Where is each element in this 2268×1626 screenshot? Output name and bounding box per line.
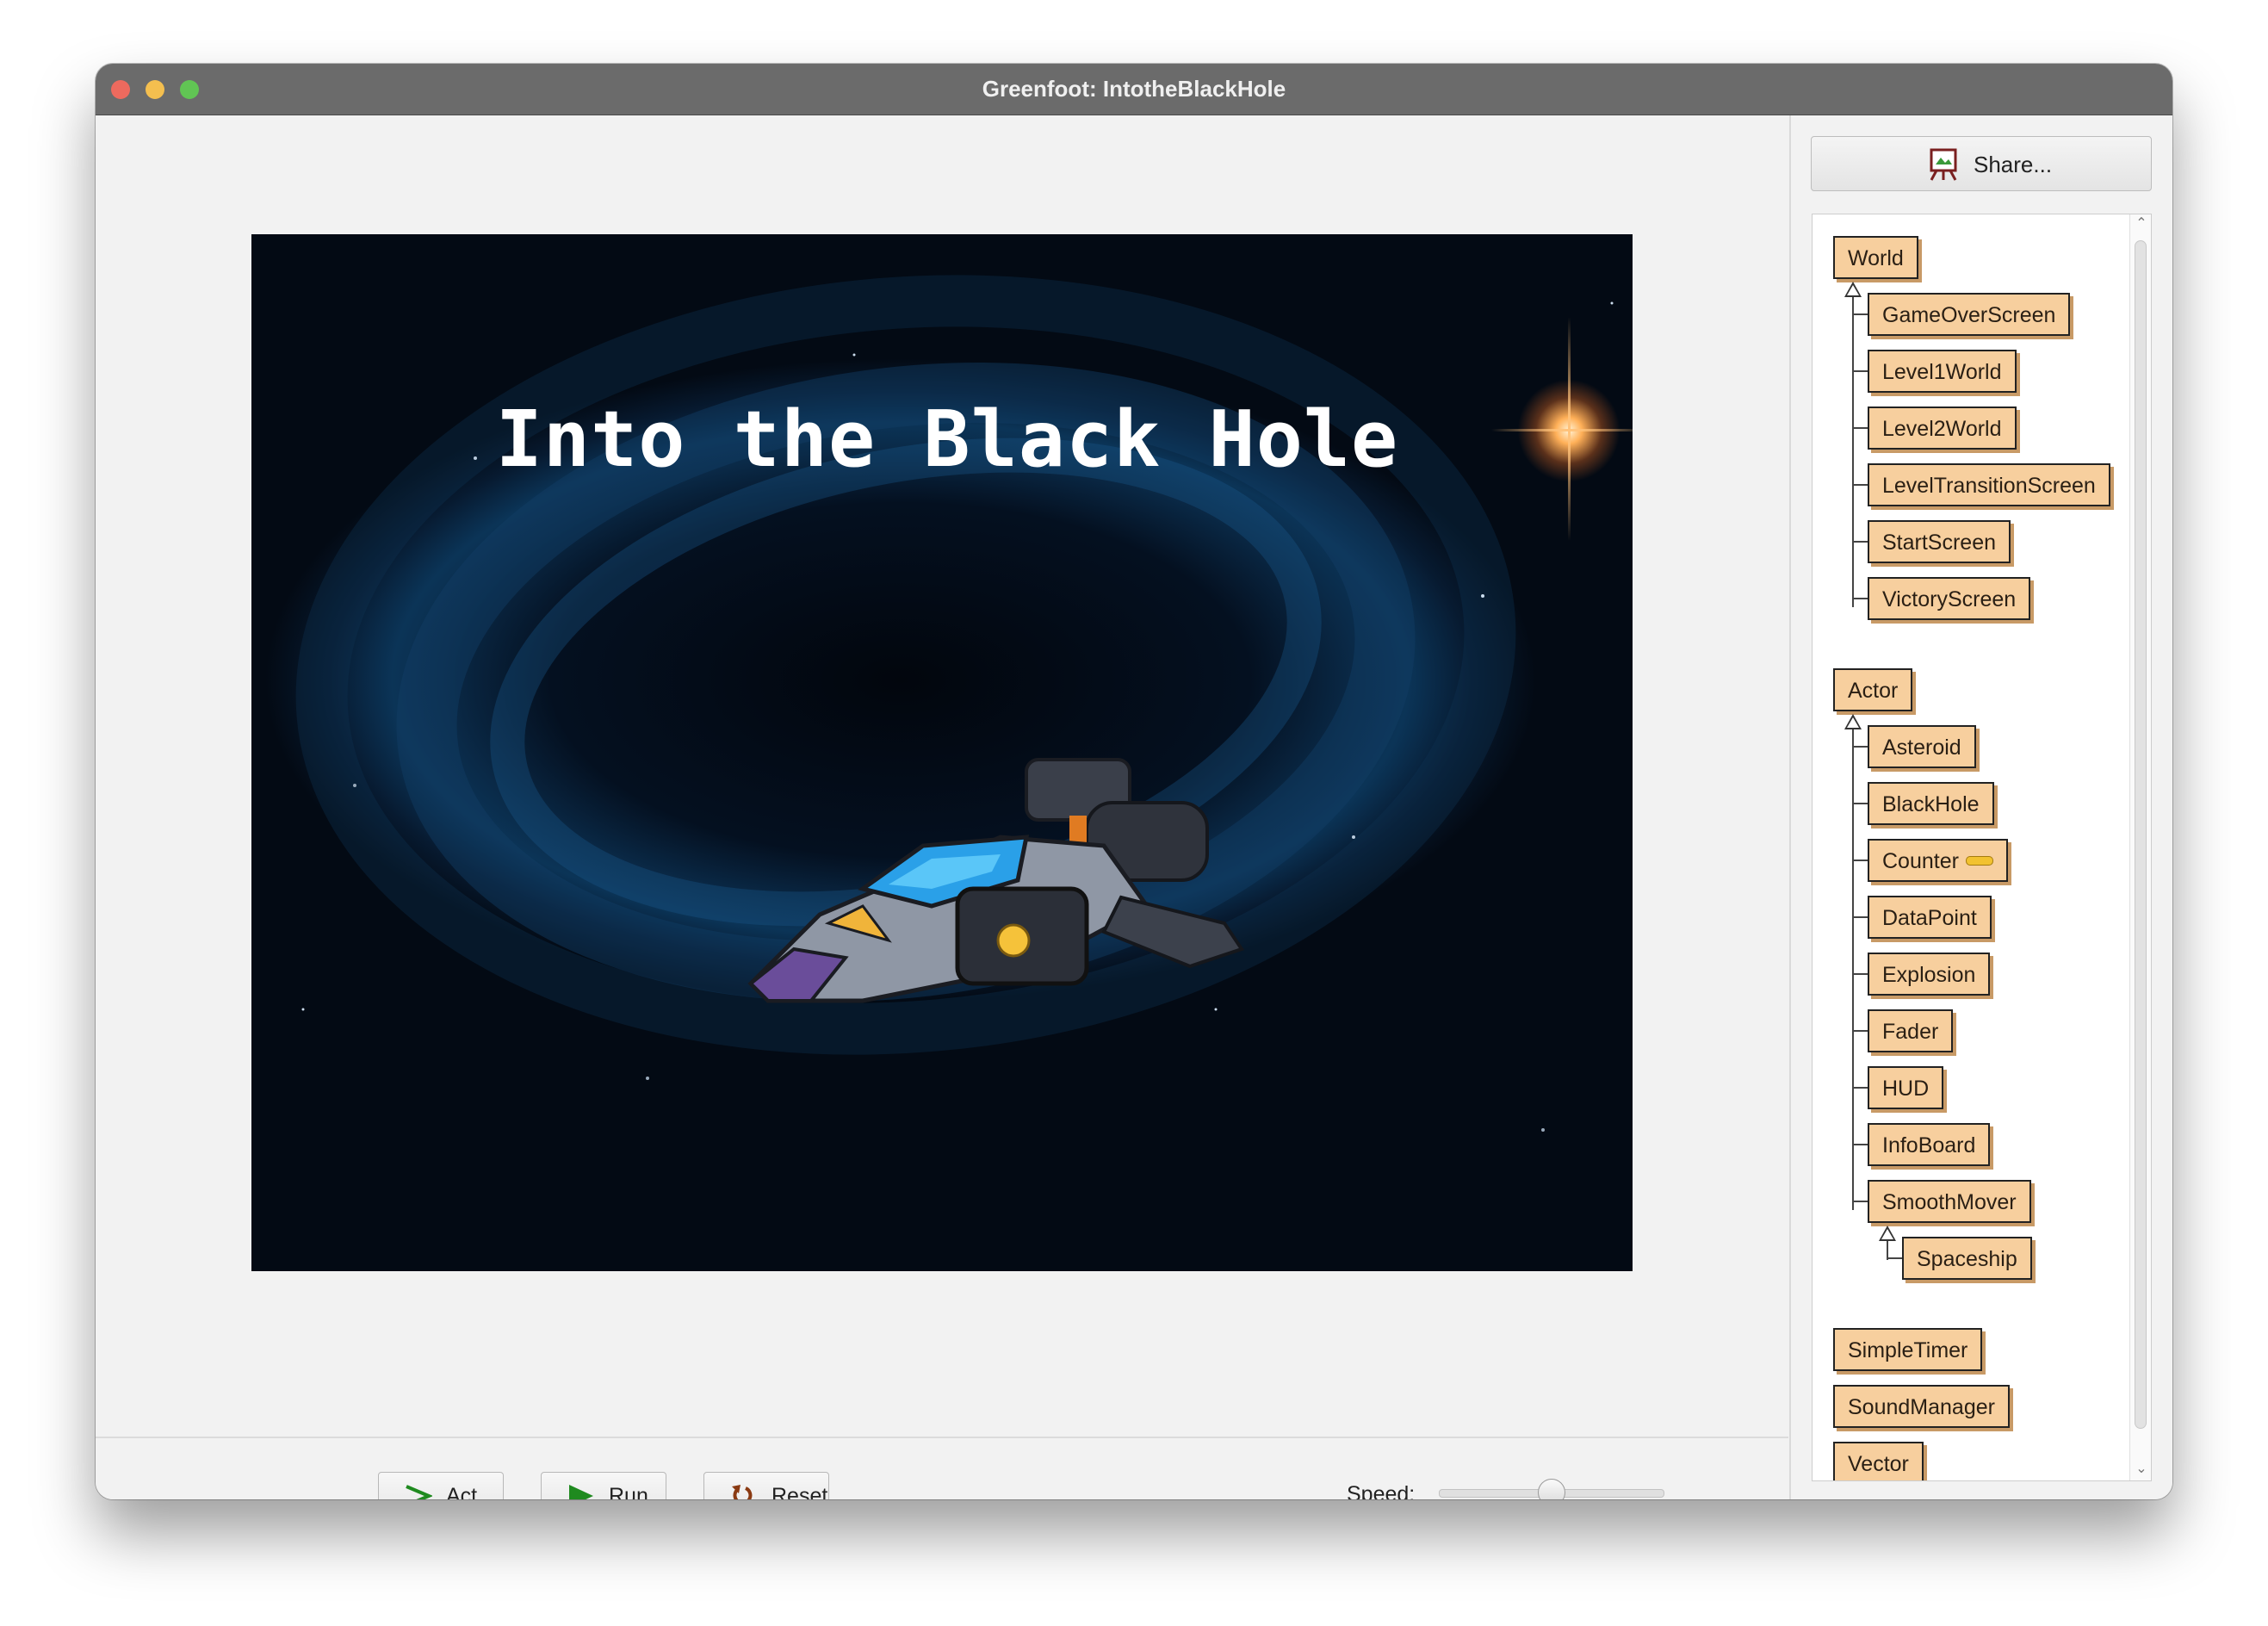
class-victoryscreen[interactable]: VictoryScreen bbox=[1868, 577, 2031, 620]
counter-image-icon bbox=[1965, 855, 1993, 866]
class-list-scrollbar[interactable]: ⌃ ⌄ bbox=[2129, 214, 2151, 1480]
class-world[interactable]: World bbox=[1833, 236, 1918, 279]
class-asteroid[interactable]: Asteroid bbox=[1868, 725, 1976, 768]
tree-branch bbox=[1852, 1087, 1868, 1089]
class-blackhole[interactable]: BlackHole bbox=[1868, 782, 1994, 825]
speed-label: Speed: bbox=[1347, 1482, 1416, 1499]
class-level2world[interactable]: Level2World bbox=[1868, 406, 2017, 450]
class-actor[interactable]: Actor bbox=[1833, 668, 1913, 711]
tree-branch bbox=[1852, 1201, 1868, 1202]
class-explosion[interactable]: Explosion bbox=[1868, 953, 1991, 996]
tree-line bbox=[1852, 297, 1854, 607]
tree-branch bbox=[1887, 1257, 1902, 1259]
speed-slider-thumb[interactable] bbox=[1538, 1479, 1565, 1499]
tree-branch bbox=[1852, 803, 1868, 804]
play-icon bbox=[569, 1485, 593, 1499]
tree-branch bbox=[1852, 427, 1868, 429]
tree-branch bbox=[1852, 973, 1868, 975]
greenfoot-window: Greenfoot: IntotheBlackHole Into the Bla… bbox=[96, 64, 2172, 1499]
class-counter-label: Counter bbox=[1882, 849, 1959, 873]
tree-branch bbox=[1852, 313, 1868, 315]
act-button-label: Act bbox=[446, 1484, 478, 1499]
inheritance-arrow bbox=[1879, 1226, 1896, 1241]
class-smoothmover[interactable]: SmoothMover bbox=[1868, 1180, 2031, 1223]
reset-icon bbox=[732, 1485, 753, 1499]
reset-button-label: Reset bbox=[771, 1484, 828, 1499]
class-counter[interactable]: Counter bbox=[1868, 839, 2008, 882]
window-title: Greenfoot: IntotheBlackHole bbox=[982, 76, 1286, 102]
class-hud[interactable]: HUD bbox=[1868, 1066, 1944, 1109]
class-fader[interactable]: Fader bbox=[1868, 1009, 1954, 1052]
world-canvas[interactable]: Into the Black Hole bbox=[251, 234, 1633, 1271]
run-button[interactable]: Run bbox=[541, 1472, 666, 1499]
share-button[interactable]: Share... bbox=[1811, 136, 2152, 191]
class-level1world[interactable]: Level1World bbox=[1868, 350, 2017, 393]
class-soundmanager[interactable]: SoundManager bbox=[1833, 1385, 2010, 1428]
act-arrow-icon bbox=[406, 1485, 432, 1499]
tree-branch bbox=[1852, 484, 1868, 486]
share-easel-icon bbox=[1930, 148, 1957, 181]
class-simpletimer[interactable]: SimpleTimer bbox=[1833, 1328, 1983, 1371]
scroll-up-icon[interactable]: ⌃ bbox=[2134, 217, 2149, 231]
spaceship-sprite[interactable] bbox=[742, 742, 1259, 1018]
class-vector[interactable]: Vector bbox=[1833, 1442, 1924, 1480]
class-datapoint[interactable]: DataPoint bbox=[1868, 896, 1992, 939]
class-spaceship[interactable]: Spaceship bbox=[1902, 1237, 2032, 1280]
world-area: Into the Black Hole Act Run Reset Speed: bbox=[96, 115, 1788, 1499]
world-title-text: Into the Black Hole bbox=[495, 394, 1399, 485]
class-gameoverscreen[interactable]: GameOverScreen bbox=[1868, 293, 2071, 336]
scrollbar-thumb[interactable] bbox=[2135, 240, 2147, 1429]
tree-branch bbox=[1852, 1144, 1868, 1145]
class-diagram: World GameOverScreen Level1World Level2W… bbox=[1812, 214, 2152, 1481]
scroll-down-icon[interactable]: ⌄ bbox=[2134, 1462, 2149, 1476]
tree-branch bbox=[1852, 746, 1868, 748]
tree-branch bbox=[1852, 370, 1868, 372]
run-button-label: Run bbox=[609, 1484, 648, 1499]
tree-branch bbox=[1852, 1030, 1868, 1032]
share-button-label: Share... bbox=[1974, 152, 2053, 177]
inheritance-arrow bbox=[1844, 282, 1862, 297]
tree-branch bbox=[1852, 598, 1868, 599]
tree-branch bbox=[1852, 541, 1868, 543]
tree-branch bbox=[1852, 860, 1868, 861]
class-startscreen[interactable]: StartScreen bbox=[1868, 520, 2011, 563]
inheritance-arrow bbox=[1844, 714, 1862, 729]
class-infoboard[interactable]: InfoBoard bbox=[1868, 1123, 1991, 1166]
class-leveltransitionscreen[interactable]: LevelTransitionScreen bbox=[1868, 463, 2110, 506]
tree-line bbox=[1852, 729, 1854, 1210]
class-sidebar: Share... World GameOverScreen Level1Worl… bbox=[1789, 115, 2172, 1499]
controls-divider bbox=[96, 1437, 1788, 1438]
act-button[interactable]: Act bbox=[378, 1472, 504, 1499]
title-bar: Greenfoot: IntotheBlackHole bbox=[96, 64, 2172, 115]
reset-button[interactable]: Reset bbox=[703, 1472, 829, 1499]
tree-branch bbox=[1852, 916, 1868, 918]
